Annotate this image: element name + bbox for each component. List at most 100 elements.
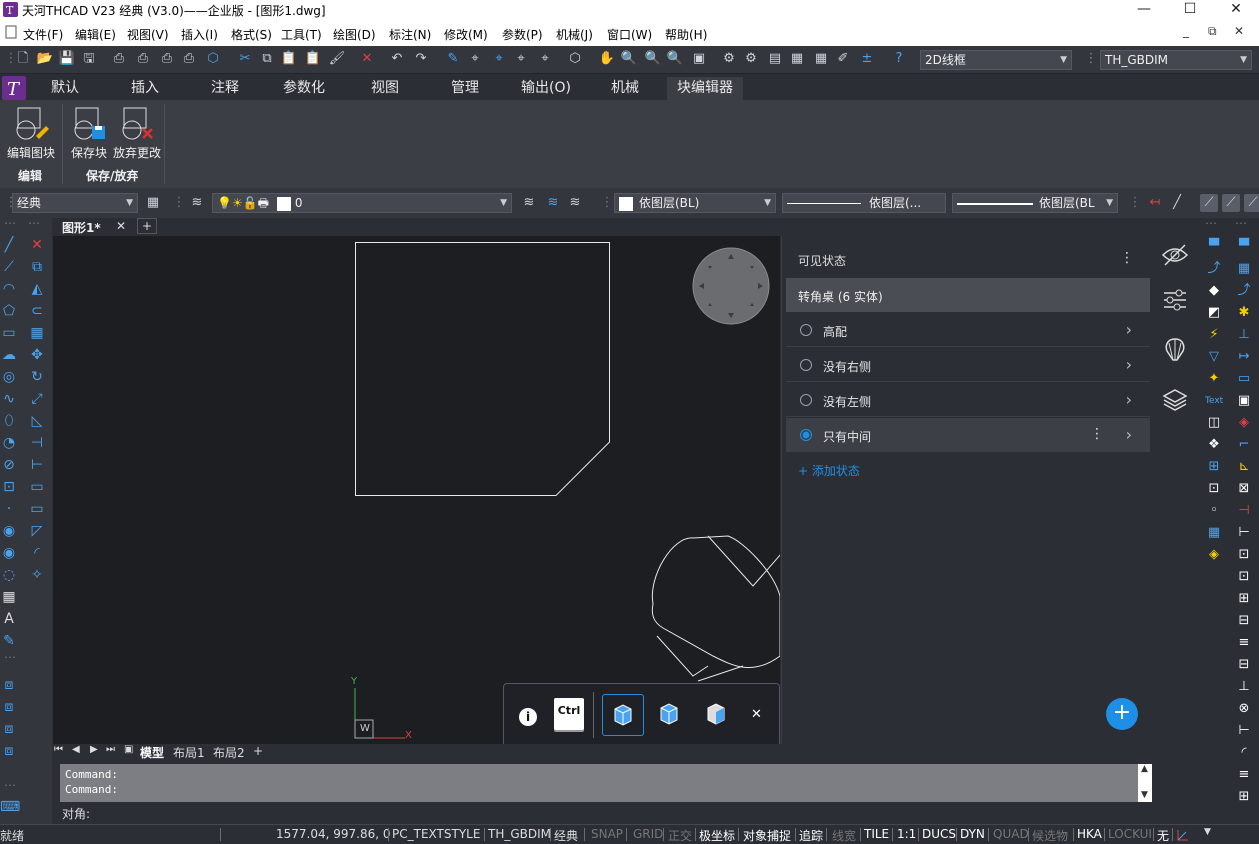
dim-b-icon[interactable]: ⧈ xyxy=(0,698,18,716)
menu-tools[interactable]: 工具(T) xyxy=(281,26,322,43)
markup-icon[interactable]: ✐ xyxy=(834,50,852,68)
dim-arrow-icon[interactable]: ↤ xyxy=(1146,194,1164,212)
array-icon[interactable]: ▦ xyxy=(28,324,46,342)
rt-b17-icon[interactable]: ⊞ xyxy=(1235,590,1253,608)
paste-icon[interactable]: 📋 xyxy=(280,50,298,68)
lineweight-dropdown[interactable]: 依图层(BL ▼ xyxy=(952,193,1118,213)
rt-a1-icon[interactable]: ▀ xyxy=(1205,238,1223,256)
ucs-status-icon[interactable] xyxy=(1176,828,1190,842)
command-prompt[interactable]: 对角: xyxy=(62,805,90,822)
toggle-grid[interactable]: GRID xyxy=(633,827,663,841)
toggle-candidate[interactable]: 候选物 xyxy=(1032,827,1068,844)
tab-insert[interactable]: 插入 xyxy=(131,77,159,100)
table-icon[interactable]: ▦ xyxy=(0,588,18,606)
dim-a-icon[interactable]: ⧈ xyxy=(0,676,18,694)
stretch-icon[interactable]: ◺ xyxy=(28,412,46,430)
state-radio[interactable] xyxy=(800,359,812,371)
state-row-high-config[interactable]: 高配 › xyxy=(786,313,1150,347)
mirror-icon[interactable]: ◭ xyxy=(28,280,46,298)
toggle-snap[interactable]: SNAP xyxy=(591,827,623,841)
rt-a14-icon[interactable]: ▦ xyxy=(1205,524,1223,542)
rt-b24-icon[interactable]: ◜ xyxy=(1235,744,1253,762)
menu-modify[interactable]: 修改(M) xyxy=(444,26,488,43)
rt-text-icon[interactable]: Text xyxy=(1205,392,1223,410)
sliders-icon[interactable] xyxy=(1161,286,1189,314)
gradient-icon[interactable]: ◉ xyxy=(0,544,18,562)
save-as-icon[interactable]: 🖫 xyxy=(80,50,98,68)
layer-state-icon[interactable]: ≋ xyxy=(566,194,584,212)
rotate-icon[interactable]: ↻ xyxy=(28,368,46,386)
menu-edit[interactable]: 编辑(E) xyxy=(75,26,116,43)
linetype-dropdown[interactable]: 依图层(... xyxy=(782,193,946,213)
palette-menu-icon[interactable]: ⋮ xyxy=(1120,250,1134,266)
rt-b25-icon[interactable]: ≡ xyxy=(1235,766,1253,784)
state-radio[interactable] xyxy=(800,394,812,406)
rt-a12-icon[interactable]: ⊡ xyxy=(1205,480,1223,498)
open-file-icon[interactable]: 📂 xyxy=(36,50,54,68)
rt-a2-icon[interactable]: ⤴ xyxy=(1205,260,1223,278)
menu-help[interactable]: 帮助(H) xyxy=(665,26,707,43)
menu-window[interactable]: 窗口(W) xyxy=(607,26,652,43)
insert-block-icon[interactable]: ⊘ xyxy=(0,456,18,474)
block-view-c-button[interactable] xyxy=(696,694,738,736)
undo-icon[interactable]: ↶ xyxy=(388,50,406,68)
rt-b3-icon[interactable]: ⤴ xyxy=(1235,282,1253,300)
status-workspace[interactable]: 经典 xyxy=(554,827,578,844)
menu-mechanical[interactable]: 机械(J) xyxy=(556,26,593,43)
rt-b9-icon[interactable]: ◈ xyxy=(1235,414,1253,432)
add-selected-icon[interactable]: ✎ xyxy=(0,632,18,650)
make-current-layer-icon[interactable]: ≋ xyxy=(520,194,538,212)
layout-nav-last-icon[interactable]: ⏭ xyxy=(106,744,115,755)
tool-b-icon[interactable]: ⌖ xyxy=(490,50,508,68)
design-center-icon[interactable]: ⚙ xyxy=(742,50,760,68)
toggle-ducs[interactable]: DUCS xyxy=(922,827,956,841)
rt-b4-icon[interactable]: ✱ xyxy=(1235,304,1253,322)
menu-dimension[interactable]: 标注(N) xyxy=(389,26,431,43)
rt-a3-icon[interactable]: ◆ xyxy=(1205,282,1223,300)
rt-b22-icon[interactable]: ⊗ xyxy=(1235,700,1253,718)
tab-output[interactable]: 输出(O) xyxy=(521,77,571,100)
info-icon[interactable]: i xyxy=(519,708,537,726)
scale-icon[interactable]: ⤢ xyxy=(28,390,46,408)
toggle-lineweight[interactable]: 线宽 xyxy=(832,827,856,844)
join-icon[interactable]: ▭ xyxy=(28,500,46,518)
toggle-polar[interactable]: 极坐标 xyxy=(699,827,735,844)
dim-style-dropdown[interactable]: TH_GBDIM ▼ xyxy=(1100,50,1252,70)
print-preview-icon[interactable]: ⎙ xyxy=(134,50,152,68)
rt-b21-icon[interactable]: ⊥ xyxy=(1235,678,1253,696)
rt-b19-icon[interactable]: ≡ xyxy=(1235,634,1253,652)
layout-list-icon[interactable]: ▣ xyxy=(124,744,133,755)
new-tab-button[interactable]: + xyxy=(137,218,157,234)
rt-a9-icon[interactable]: ◫ xyxy=(1205,414,1223,432)
tab-block-editor[interactable]: 块编辑器 xyxy=(667,77,743,100)
snap-a-icon[interactable]: ⟋ xyxy=(1200,194,1218,212)
workspace-dropdown[interactable]: 经典 ▼ xyxy=(12,193,138,213)
zoom-window-icon[interactable]: 🔍 xyxy=(644,50,662,68)
rt-b5-icon[interactable]: ⊥ xyxy=(1235,326,1253,344)
menu-parameters[interactable]: 参数(P) xyxy=(502,26,543,43)
rt-a4-icon[interactable]: ◩ xyxy=(1205,304,1223,322)
tool-c-icon[interactable]: ⌖ xyxy=(512,50,530,68)
layout-nav-next-icon[interactable]: ▶ xyxy=(90,744,98,755)
move-icon[interactable]: ✥ xyxy=(28,346,46,364)
ctrl-key-button[interactable]: Ctrl xyxy=(554,698,584,730)
named-views-icon[interactable]: ▣ xyxy=(690,50,708,68)
revcloud-icon[interactable]: ☁ xyxy=(0,346,18,364)
toggle-osnap[interactable]: 对象捕捉 xyxy=(743,827,791,844)
rt-b23-icon[interactable]: ⊢ xyxy=(1235,722,1253,740)
dim-d-icon[interactable]: ⧈ xyxy=(0,742,18,760)
block-view-a-button[interactable] xyxy=(602,694,644,736)
delete-icon[interactable]: ✕ xyxy=(358,50,376,68)
rt-a15-icon[interactable]: ◈ xyxy=(1205,546,1223,564)
region-icon[interactable]: ◌ xyxy=(0,566,18,584)
tab-layout2[interactable]: 布局2 xyxy=(213,744,245,761)
redo-icon[interactable]: ↷ xyxy=(412,50,430,68)
rt-a6-icon[interactable]: ▽ xyxy=(1205,348,1223,366)
plot-icon[interactable]: ⎙ xyxy=(158,50,176,68)
cut-icon[interactable]: ✂ xyxy=(236,50,254,68)
snap-c-icon[interactable]: ⟋ xyxy=(1244,194,1259,212)
rt-b26-icon[interactable]: ⊞ xyxy=(1235,788,1253,806)
settings-icon[interactable]: ⚙ xyxy=(720,50,738,68)
layer-dropdown[interactable]: 💡☀🔓🖶 0 ▼ xyxy=(212,193,512,213)
tab-mechanical[interactable]: 机械 xyxy=(611,77,639,100)
